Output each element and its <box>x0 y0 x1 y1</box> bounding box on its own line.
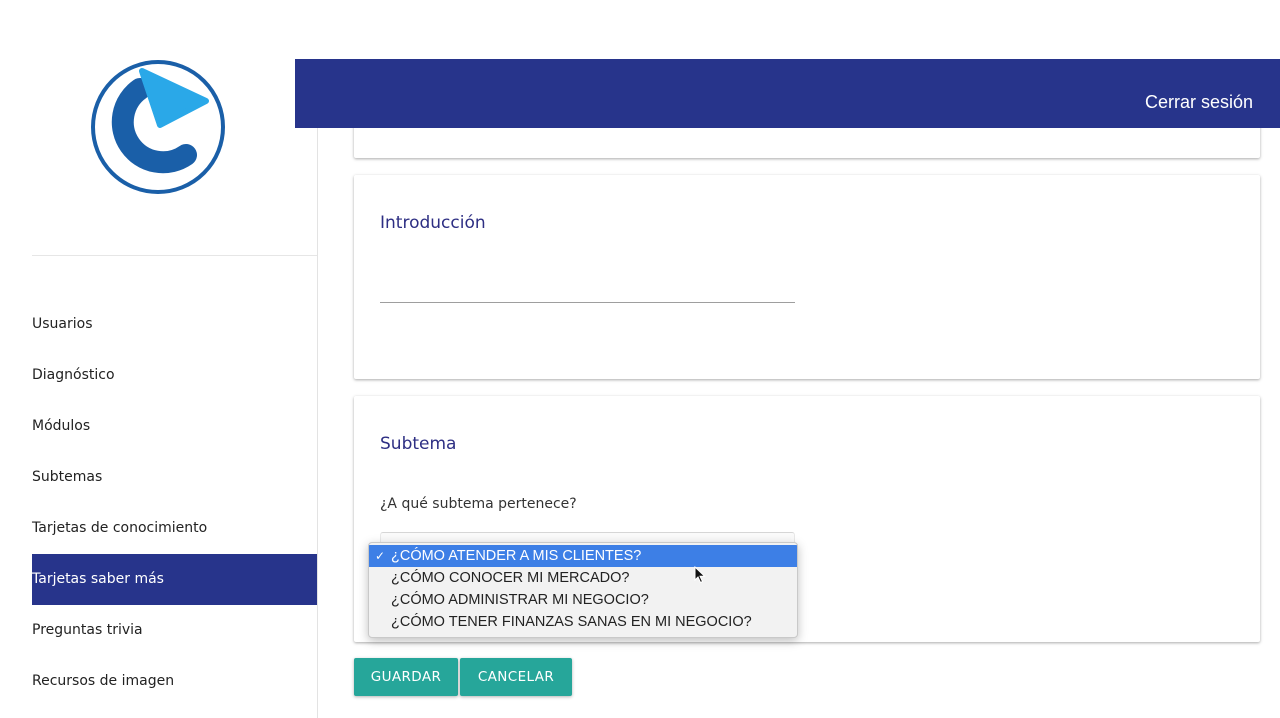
mouse-pointer-icon <box>694 566 706 584</box>
subtema-option[interactable]: ✓ ¿CÓMO ATENDER A MIS CLIENTES? <box>369 545 797 567</box>
option-label: ¿CÓMO CONOCER MI MERCADO? <box>391 570 630 586</box>
subtema-option[interactable]: ¿CÓMO TENER FINANZAS SANAS EN MI NEGOCIO… <box>369 611 797 633</box>
sidebar-item-subtemas[interactable]: Subtemas <box>32 452 317 503</box>
top-header: Cerrar sesión <box>295 59 1280 128</box>
intro-input[interactable] <box>380 293 795 303</box>
sidebar: Usuarios Diagnóstico Módulos Subtemas Ta… <box>32 59 318 718</box>
option-label: ¿CÓMO ADMINISTRAR MI NEGOCIO? <box>391 592 649 608</box>
subtema-option[interactable]: ¿CÓMO CONOCER MI MERCADO? <box>369 567 797 589</box>
app-logo[interactable] <box>90 59 226 195</box>
option-label: ¿CÓMO TENER FINANZAS SANAS EN MI NEGOCIO… <box>391 614 752 630</box>
intro-card: Introducción <box>354 175 1260 379</box>
logout-link[interactable]: Cerrar sesión <box>1145 92 1253 113</box>
app-page: Usuarios Diagnóstico Módulos Subtemas Ta… <box>0 0 1280 718</box>
sidebar-item-preguntas-trivia[interactable]: Preguntas trivia <box>32 605 317 656</box>
subtema-question: ¿A qué subtema pertenece? <box>380 496 577 512</box>
option-label: ¿CÓMO ATENDER A MIS CLIENTES? <box>391 548 642 564</box>
checkmark-icon: ✓ <box>375 549 386 563</box>
sidebar-item-tarjetas-saber-mas[interactable]: Tarjetas saber más <box>32 554 317 605</box>
sidebar-item-diagnostico[interactable]: Diagnóstico <box>32 350 317 401</box>
sidebar-divider <box>32 255 317 256</box>
subtema-title: Subtema <box>380 434 457 454</box>
subtema-dropdown-list: ✓ ¿CÓMO ATENDER A MIS CLIENTES? ¿CÓMO CO… <box>368 542 798 638</box>
sidebar-item-recursos-imagen[interactable]: Recursos de imagen <box>32 656 317 707</box>
sidebar-item-usuarios[interactable]: Usuarios <box>32 299 317 350</box>
subtema-option[interactable]: ¿CÓMO ADMINISTRAR MI NEGOCIO? <box>369 589 797 611</box>
play-logo-icon <box>91 60 225 194</box>
cancel-button[interactable]: CANCELAR <box>460 658 572 696</box>
save-button[interactable]: GUARDAR <box>354 658 458 696</box>
sidebar-item-modulos[interactable]: Módulos <box>32 401 317 452</box>
sidebar-item-tarjetas-conocimiento[interactable]: Tarjetas de conocimiento <box>32 503 317 554</box>
intro-title: Introducción <box>380 213 486 233</box>
